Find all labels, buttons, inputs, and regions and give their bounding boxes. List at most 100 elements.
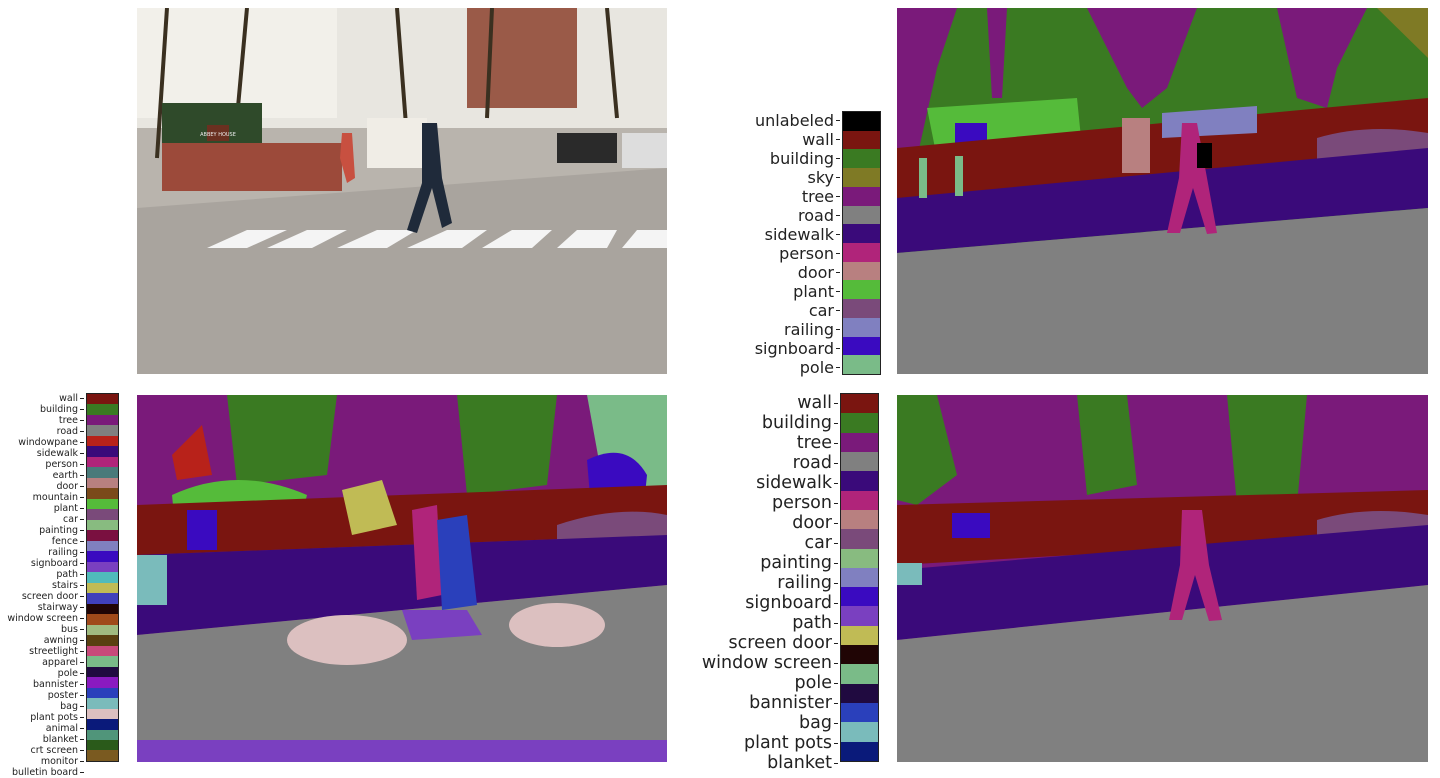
legend-label: stairs <box>0 580 84 591</box>
legend-swatch <box>841 529 878 549</box>
legend-swatch <box>841 645 878 665</box>
legend-label: building <box>660 413 838 433</box>
legend-swatch <box>87 603 118 615</box>
legend-label: signboard <box>0 558 84 569</box>
legend-swatch <box>841 587 878 607</box>
legend-swatch <box>87 446 118 457</box>
legend-swatch <box>843 168 880 187</box>
legend-swatch <box>843 261 880 281</box>
legend-swatch <box>87 719 118 730</box>
legend-swatch <box>87 467 118 478</box>
legend-swatch <box>841 548 878 568</box>
legend-label: railing <box>700 320 840 339</box>
legend-swatch <box>87 582 118 594</box>
legend-label: person <box>0 459 84 470</box>
legend-swatch <box>87 394 118 405</box>
legend-label: screen door <box>660 633 838 653</box>
legend-swatch <box>841 722 878 742</box>
legend-label: bus <box>0 624 84 635</box>
legend-swatch <box>841 606 878 626</box>
legend-label: signboard <box>660 593 838 613</box>
legend-swatch <box>841 625 878 646</box>
legend-label: crt screen <box>0 745 84 756</box>
legend-label: windowpane <box>0 437 84 448</box>
legend-swatch <box>841 490 878 510</box>
legend-label: painting <box>0 525 84 536</box>
legend-label: sidewalk <box>0 448 84 459</box>
legend-label: person <box>660 493 838 513</box>
legend-swatch <box>841 683 878 703</box>
legend-swatch <box>87 498 118 510</box>
legend-label: plant <box>700 282 840 301</box>
legend-swatch <box>841 741 878 761</box>
legend-label: fence <box>0 536 84 547</box>
legend-swatch <box>87 666 118 678</box>
legend-swatch <box>843 224 880 244</box>
legend-swatch <box>843 205 880 225</box>
legend-swatch <box>87 593 118 604</box>
legend-swatch <box>87 572 118 583</box>
legend-swatch <box>843 299 880 318</box>
segmentation-prediction-filtered <box>897 395 1428 762</box>
legend-swatch <box>843 112 880 131</box>
legend-label: railing <box>0 547 84 558</box>
legend-swatch <box>843 280 880 300</box>
legend-swatch <box>87 456 118 468</box>
legend-label: pole <box>0 668 84 679</box>
legend-swatch <box>87 645 118 657</box>
legend-swatch <box>87 677 118 688</box>
legend-swatch <box>87 435 118 447</box>
legend-swatch <box>841 432 878 452</box>
legend-label: road <box>660 453 838 473</box>
legend-swatch <box>843 243 880 262</box>
legend-swatch <box>87 614 118 625</box>
legend-swatch <box>87 656 118 667</box>
legend-label: bannister <box>660 693 838 713</box>
legend-label: window screen <box>660 653 838 673</box>
legend-label: door <box>0 481 84 492</box>
legend-label: awning <box>0 635 84 646</box>
legend-label: building <box>700 149 840 168</box>
legend-swatch <box>841 451 878 472</box>
legend-label: poster <box>0 690 84 701</box>
abbey-house-sign: ABBEY HOUSE <box>200 132 236 138</box>
legend-swatch <box>843 149 880 169</box>
legend-label: road <box>0 426 84 437</box>
legend-label: plant pots <box>0 712 84 723</box>
legend-label: path <box>660 613 838 633</box>
street-photo: ABBEY HOUSE <box>137 8 667 374</box>
legend-swatch <box>841 394 878 414</box>
legend-swatch <box>87 635 118 646</box>
legend-label: painting <box>660 553 838 573</box>
legend-label: door <box>700 263 840 282</box>
legend-swatch <box>87 477 118 489</box>
legend-label: wall <box>660 393 838 413</box>
legend-swatch <box>843 336 880 356</box>
legend-swatch <box>87 687 118 699</box>
legend-label: car <box>660 533 838 553</box>
legend-swatch <box>87 708 118 720</box>
legend-label: building <box>0 404 84 415</box>
legend-swatch <box>87 509 118 520</box>
legend-bottom-right: wall building tree road sidewalk person door ca… <box>660 393 880 773</box>
legend-swatch <box>841 567 878 588</box>
legend-label: tree <box>660 433 838 453</box>
legend-label: bannister <box>0 679 84 690</box>
legend-swatch <box>87 519 118 531</box>
legend-label: earth <box>0 470 84 481</box>
legend-label: bulletin board <box>0 767 84 778</box>
legend-label: railing <box>660 573 838 593</box>
legend-label: apparel <box>0 657 84 668</box>
legend-label: monitor <box>0 756 84 767</box>
legend-swatch <box>87 404 118 415</box>
legend-label: sky <box>700 168 840 187</box>
legend-label: unlabeled <box>700 111 840 130</box>
legend-label: person <box>700 244 840 263</box>
legend-label: bag <box>0 701 84 712</box>
legend-swatch <box>841 664 878 684</box>
legend-swatch <box>843 186 880 206</box>
legend-label: door <box>660 513 838 533</box>
legend-label: streetlight <box>0 646 84 657</box>
legend-label: pole <box>660 673 838 693</box>
legend-label: plant <box>0 503 84 514</box>
